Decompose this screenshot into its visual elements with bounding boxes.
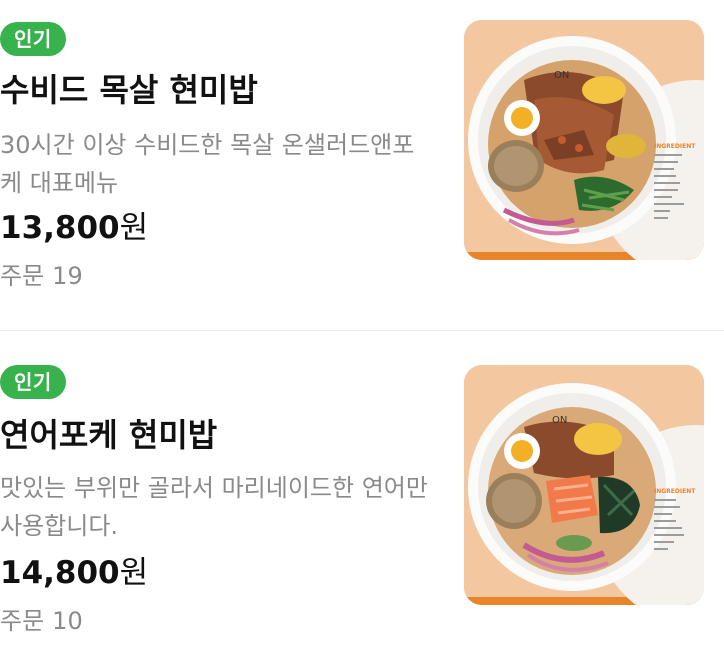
order-count: 주문 19 bbox=[0, 258, 83, 294]
food-bowl-photo: ON INGREDIENT bbox=[464, 20, 704, 260]
brand-text: ON bbox=[554, 70, 569, 81]
price-unit: 원 bbox=[119, 210, 149, 246]
menu-item-suvide-moksal[interactable]: 인기 수비드 목살 현미밥 30시간 이상 수비드한 목살 온샐러드앤포케 대표… bbox=[0, 0, 724, 330]
order-count-label: 주문 bbox=[0, 262, 45, 290]
menu-item-image[interactable]: ON INGREDIENT bbox=[464, 20, 704, 260]
order-count-value: 10 bbox=[52, 607, 83, 635]
menu-list: 인기 수비드 목살 현미밥 30시간 이상 수비드한 목살 온샐러드앤포케 대표… bbox=[0, 0, 724, 666]
menu-item-description: 맛있는 부위만 골라서 마리네이드한 연어만 사용합니다. bbox=[0, 474, 428, 540]
ingredient-label: INGREDIENT bbox=[654, 143, 696, 150]
order-count: 주문 10 bbox=[0, 603, 83, 639]
price-value: 13,800 bbox=[0, 210, 120, 246]
food-bowl-photo: ON INGREDIENT bbox=[464, 365, 704, 605]
price-unit: 원 bbox=[119, 555, 149, 591]
menu-item-salmon-poke[interactable]: 인기 연어포케 현미밥 맛있는 부위만 골라서 마리네이드한 연어만 사용합니다… bbox=[0, 331, 724, 666]
brand-text: ON bbox=[552, 415, 567, 426]
menu-item-title: 수비드 목살 현미밥 bbox=[0, 71, 258, 109]
menu-item-title: 연어포케 현미밥 bbox=[0, 416, 218, 454]
menu-item-image[interactable]: ON INGREDIENT bbox=[464, 365, 704, 605]
order-count-label: 주문 bbox=[0, 607, 45, 635]
menu-item-description: 30시간 이상 수비드한 목살 온샐러드앤포케 대표메뉴 bbox=[0, 131, 415, 197]
popular-badge: 인기 bbox=[0, 365, 66, 399]
popular-badge: 인기 bbox=[0, 22, 66, 56]
ingredient-label: INGREDIENT bbox=[654, 488, 696, 495]
order-count-value: 19 bbox=[52, 262, 83, 290]
menu-item-price: 13,800원 bbox=[0, 206, 148, 250]
price-value: 14,800 bbox=[0, 555, 120, 591]
menu-item-price: 14,800원 bbox=[0, 551, 148, 595]
